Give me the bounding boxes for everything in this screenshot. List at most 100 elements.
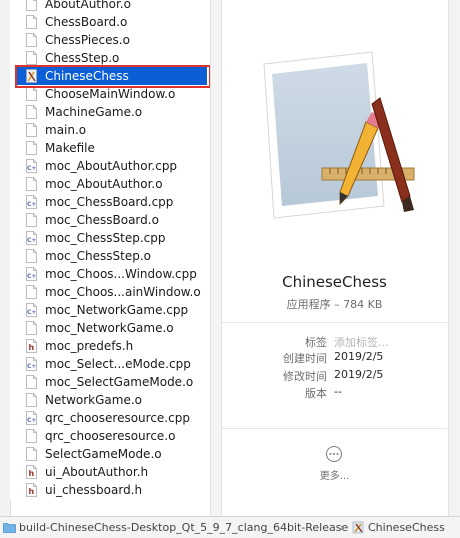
document-icon xyxy=(26,375,37,389)
cpp-file-icon: C+ xyxy=(26,357,37,371)
file-list-item[interactable]: main.o xyxy=(10,121,210,139)
document-icon xyxy=(26,213,37,227)
file-list-item[interactable]: C+ moc_NetworkGame.cpp xyxy=(10,301,210,319)
file-list-item[interactable]: C+ moc_ChessBoard.cpp xyxy=(10,193,210,211)
file-name: moc_SelectGameMode.o xyxy=(45,375,194,389)
path-folder[interactable]: build-ChineseChess-Desktop_Qt_5_9_7_clan… xyxy=(19,520,348,536)
document-icon xyxy=(26,105,37,119)
svg-text:C+: C+ xyxy=(27,273,36,280)
file-list-item[interactable]: C+ moc_Choos...Window.cpp xyxy=(10,265,210,283)
file-name: moc_ChessBoard.cpp xyxy=(45,195,174,209)
preview-app-kind-size: 应用程序 – 784 KB xyxy=(286,298,383,311)
preview-separator xyxy=(222,322,447,323)
svg-text:C+: C+ xyxy=(27,363,36,370)
file-list-item[interactable]: NetworkGame.o xyxy=(10,391,210,409)
file-name: moc_NetworkGame.cpp xyxy=(45,303,189,317)
file-list-item[interactable]: moc_SelectGameMode.o xyxy=(10,373,210,391)
file-name: moc_ChessStep.o xyxy=(45,249,151,263)
app-large-icon xyxy=(263,51,415,219)
preview-separator-bottom xyxy=(222,428,447,429)
created-value: 2019/2/5 xyxy=(334,350,384,363)
document-icon xyxy=(26,51,37,65)
file-name: Makefile xyxy=(45,141,95,155)
file-name: moc_AboutAuthor.cpp xyxy=(45,159,178,173)
h-file-icon: h xyxy=(26,483,37,497)
file-name: moc_Select...eMode.cpp xyxy=(45,357,191,371)
document-icon xyxy=(26,15,37,29)
column-divider[interactable] xyxy=(210,0,222,516)
version-label: 版本 xyxy=(305,387,327,400)
document-icon xyxy=(26,429,37,443)
version-row: 版本 -- xyxy=(222,385,447,401)
file-name: moc_ChessBoard.o xyxy=(45,213,159,227)
created-row: 创建时间 2019/2/5 xyxy=(222,350,447,366)
document-icon xyxy=(26,393,37,407)
document-icon xyxy=(26,447,37,461)
file-name: moc_Choos...ainWindow.o xyxy=(45,285,201,299)
tags-row: 标签 添加标签... xyxy=(222,334,447,350)
document-icon xyxy=(26,249,37,263)
file-list-item[interactable]: ChessBoard.o xyxy=(10,13,210,31)
file-list-item[interactable]: h ui_chessboard.h xyxy=(10,481,210,499)
document-icon xyxy=(26,87,37,101)
file-list-item[interactable]: Makefile xyxy=(10,139,210,157)
path-app[interactable]: ChineseChess xyxy=(368,520,445,536)
file-list-item[interactable]: C+ moc_ChessStep.cpp xyxy=(10,229,210,247)
file-list-item[interactable]: moc_ChessStep.o xyxy=(10,247,210,265)
file-name: MachineGame.o xyxy=(45,105,143,119)
svg-text:C+: C+ xyxy=(27,417,36,424)
path-separator: › xyxy=(340,521,345,534)
preview-app-name: ChineseChess xyxy=(282,273,387,291)
file-list-item[interactable]: SelectGameMode.o xyxy=(10,445,210,463)
file-list-item[interactable]: C+ qrc_chooseresource.cpp xyxy=(10,409,210,427)
file-name: moc_Choos...Window.cpp xyxy=(45,267,197,281)
document-icon xyxy=(26,33,37,47)
file-list-item[interactable]: moc_AboutAuthor.o xyxy=(10,175,210,193)
file-name: SelectGameMode.o xyxy=(45,447,162,461)
tags-input[interactable]: 添加标签... xyxy=(334,334,389,350)
file-name: qrc_chooseresource.cpp xyxy=(45,411,190,425)
file-list-item[interactable]: moc_ChessBoard.o xyxy=(10,211,210,229)
path-app-icon xyxy=(352,521,364,534)
file-name: ui_chessboard.h xyxy=(45,483,143,497)
svg-text:h: h xyxy=(29,343,35,352)
file-list-item[interactable]: C+ moc_AboutAuthor.cpp xyxy=(10,157,210,175)
file-name: ChessBoard.o xyxy=(45,15,128,29)
path-bar: build-ChineseChess-Desktop_Qt_5_9_7_clan… xyxy=(0,516,460,538)
folder-icon xyxy=(3,523,16,533)
file-list-item[interactable]: C+ moc_Select...eMode.cpp xyxy=(10,355,210,373)
document-icon xyxy=(26,321,37,335)
file-list-item[interactable]: qrc_chooseresource.o xyxy=(10,427,210,445)
cpp-file-icon: C+ xyxy=(26,267,37,281)
document-icon xyxy=(26,177,37,191)
cpp-file-icon: C+ xyxy=(26,411,37,425)
file-list-item[interactable]: AboutAuthor.o xyxy=(10,0,210,13)
scroll-track[interactable] xyxy=(448,0,460,516)
file-list-item[interactable]: h moc_predefs.h xyxy=(10,337,210,355)
document-icon xyxy=(26,123,37,137)
file-list-item[interactable]: moc_Choos...ainWindow.o xyxy=(10,283,210,301)
more-button-label[interactable]: 更多... xyxy=(222,467,447,482)
file-name: ChessPieces.o xyxy=(45,33,130,47)
cpp-file-icon: C+ xyxy=(26,159,37,173)
file-list-item[interactable]: moc_NetworkGame.o xyxy=(10,319,210,337)
tags-label: 标签 xyxy=(305,336,327,349)
svg-text:C+: C+ xyxy=(27,237,36,244)
file-name: qrc_chooseresource.o xyxy=(45,429,176,443)
cpp-file-icon: C+ xyxy=(26,195,37,209)
file-name: moc_predefs.h xyxy=(45,339,134,353)
file-name: NetworkGame.o xyxy=(45,393,142,407)
file-name: moc_NetworkGame.o xyxy=(45,321,174,335)
file-name: ui_AboutAuthor.h xyxy=(45,465,149,479)
file-list-item[interactable]: h ui_AboutAuthor.h xyxy=(10,463,210,481)
modified-value: 2019/2/5 xyxy=(334,368,384,381)
file-name: main.o xyxy=(45,123,87,137)
file-list-item[interactable]: MachineGame.o xyxy=(10,103,210,121)
file-list-item[interactable]: ChessPieces.o xyxy=(10,31,210,49)
document-icon xyxy=(26,141,37,155)
preview-pane: ChineseChess 应用程序 – 784 KB 标签 添加标签... 创建… xyxy=(222,0,447,516)
svg-text:h: h xyxy=(29,487,35,496)
file-name: moc_ChessStep.cpp xyxy=(45,231,166,245)
cpp-file-icon: C+ xyxy=(26,303,37,317)
modified-row: 修改时间 2019/2/5 xyxy=(222,368,447,384)
